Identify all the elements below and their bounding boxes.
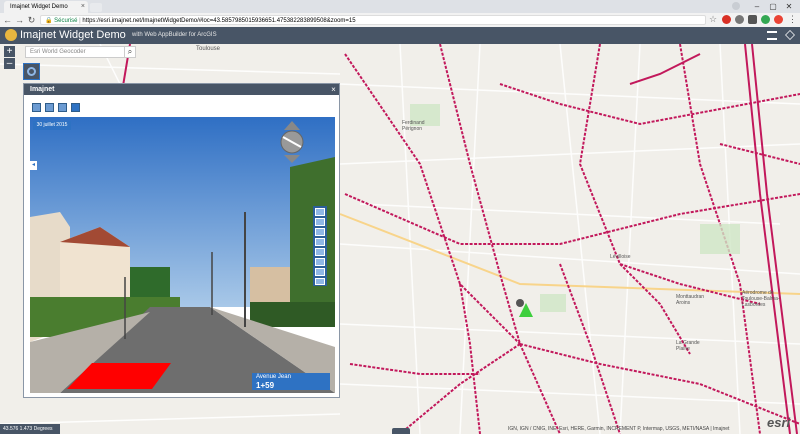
lock-icon: 🔒 xyxy=(45,18,53,24)
extension-cast-icon[interactable] xyxy=(748,15,757,24)
map-label: Aérodrome de Toulouse-Balma-Lasbordes xyxy=(742,290,780,308)
extension-evernote-icon[interactable] xyxy=(761,15,770,24)
search-input[interactable]: Esri World Geocoder xyxy=(25,46,125,58)
browser-toolbar: ← → ↻ 🔒 Sécurisé | https://esri.imajnet.… xyxy=(0,13,800,28)
panel-close-icon[interactable]: × xyxy=(329,84,338,95)
layers-tool-icon[interactable] xyxy=(45,103,54,112)
street-distance: 1+59 xyxy=(256,381,275,390)
map-label: Ferdinand Pérignon xyxy=(402,120,425,132)
reload-icon[interactable]: ↻ xyxy=(26,13,37,27)
ruler-tool-icon[interactable] xyxy=(315,218,325,226)
area-tool-icon[interactable] xyxy=(315,248,325,256)
previous-image-arrow-icon[interactable]: ◂ xyxy=(30,161,37,170)
map-label: Toulouse xyxy=(196,46,221,52)
export-tool-icon[interactable] xyxy=(315,278,325,285)
list-menu-icon[interactable] xyxy=(767,31,777,40)
extension-puzzle-icon[interactable] xyxy=(735,15,744,24)
app-logo-icon xyxy=(5,29,17,41)
polygon-tool-icon[interactable] xyxy=(315,238,325,246)
capture-date-badge: 30 juillet 2015 xyxy=(33,121,71,130)
zoom-out-button[interactable]: – xyxy=(4,58,15,69)
forward-icon[interactable]: → xyxy=(14,13,25,27)
imajnet-widget-button[interactable] xyxy=(23,63,40,80)
measure-tool-icon[interactable] xyxy=(32,103,41,112)
street-photo xyxy=(30,117,335,393)
help-tool-icon[interactable] xyxy=(71,103,80,112)
map-label: La Grande Plaine xyxy=(676,340,700,352)
minimize-button[interactable]: – xyxy=(750,1,764,12)
imajnet-panel: Imajnet × 30 juillet 2015 ◂ Avenue Jean … xyxy=(23,83,340,398)
maximize-button[interactable]: ▢ xyxy=(766,1,780,12)
line-tool-icon[interactable] xyxy=(315,228,325,236)
close-window-button[interactable]: ✕ xyxy=(782,1,796,12)
url-text: https://esri.imajnet.net/ImajnetWidgetDe… xyxy=(82,18,356,24)
map-label: Monttaudran Aroins xyxy=(676,294,705,306)
street-view-image[interactable]: 30 juillet 2015 ◂ Avenue Jean 1+59 xyxy=(30,117,335,393)
app-subtitle: with Web AppBuilder for ArcGIS xyxy=(132,32,217,38)
map-label: Lévilloise xyxy=(610,254,631,260)
locate-tool-icon[interactable] xyxy=(315,208,325,216)
imajnet-camera-icon xyxy=(27,67,36,76)
back-icon[interactable]: ← xyxy=(2,13,13,27)
street-info-box: Avenue Jean 1+59 xyxy=(252,373,330,390)
app-header: Imajnet Widget Demo with Web AppBuilder … xyxy=(0,27,800,44)
bookmark-star-icon[interactable]: ☆ xyxy=(709,14,717,25)
street-name: Avenue Jean xyxy=(256,374,291,380)
extension-pdf-icon[interactable] xyxy=(774,15,783,24)
height-tool-icon[interactable] xyxy=(315,258,325,266)
address-bar[interactable]: 🔒 Sécurisé | https://esri.imajnet.net/Im… xyxy=(40,15,706,25)
tab-title: Imajnet Widget Demo xyxy=(10,4,68,10)
view-direction-marker xyxy=(519,303,533,317)
edit-tool-icon[interactable] xyxy=(58,103,67,112)
zoom-in-button[interactable]: + xyxy=(4,46,15,57)
profile-icon[interactable] xyxy=(732,2,740,10)
search-icon[interactable]: ⌕ xyxy=(124,46,136,58)
coordinates-readout: 43.576 1.473 Degrees xyxy=(0,424,60,434)
browser-tab-bar: Imajnet Widget Demo × – ▢ ✕ xyxy=(0,0,800,13)
zoom-tool-icon[interactable] xyxy=(315,268,325,276)
address-separator: | xyxy=(79,18,81,24)
map-attribution: IGN, IGN / CNIG, INE, Esri, HERE, Garmin… xyxy=(508,426,730,432)
layers-icon[interactable] xyxy=(785,30,795,40)
new-tab-button[interactable] xyxy=(90,3,102,12)
panel-title: Imajnet xyxy=(30,86,55,93)
security-label: Sécurisé xyxy=(54,18,78,24)
extension-adblock-icon[interactable] xyxy=(722,15,731,24)
browser-tab[interactable]: Imajnet Widget Demo × xyxy=(4,1,88,13)
street-view-toolbar xyxy=(313,206,327,286)
app-title: Imajnet Widget Demo xyxy=(20,29,126,41)
esri-logo: esri xyxy=(767,415,791,430)
tab-close-icon[interactable]: × xyxy=(81,1,85,13)
panel-header: Imajnet × xyxy=(24,84,339,95)
bottom-panel-toggle[interactable] xyxy=(392,428,410,434)
browser-menu-icon[interactable]: ⋮ xyxy=(788,14,797,25)
